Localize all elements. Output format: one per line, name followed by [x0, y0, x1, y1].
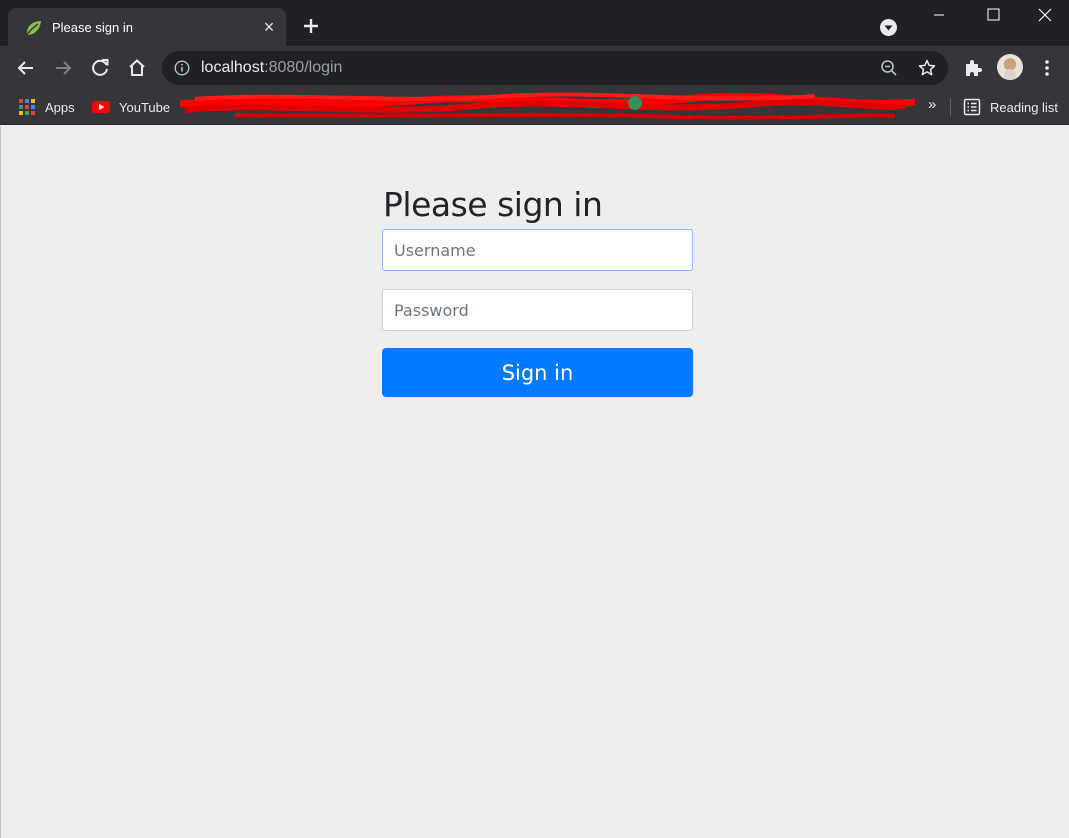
page-viewport: Please sign in Sign in: [0, 126, 1069, 838]
minimize-icon[interactable]: [927, 6, 951, 24]
bookmark-star-icon[interactable]: [917, 58, 937, 78]
profile-avatar[interactable]: [997, 54, 1023, 80]
bookmark-youtube[interactable]: YouTube: [92, 97, 170, 117]
bookmarks-divider: [950, 98, 951, 116]
home-icon[interactable]: [125, 56, 149, 80]
bookmark-apps[interactable]: Apps: [18, 97, 75, 117]
sign-in-button[interactable]: Sign in: [382, 348, 693, 397]
redacted-bookmarks-scribble: [179, 92, 916, 120]
url-text[interactable]: localhost:8080/login: [201, 59, 342, 77]
password-input[interactable]: [382, 289, 693, 331]
url-path: :8080/login: [264, 59, 343, 76]
reading-list-icon: [963, 98, 981, 116]
browser-tab[interactable]: Please sign in ×: [8, 8, 286, 46]
tab-title: Please sign in: [52, 20, 133, 35]
extensions-puzzle-icon[interactable]: [962, 57, 984, 79]
username-input[interactable]: [382, 229, 693, 271]
maximize-icon[interactable]: [981, 6, 1005, 24]
window-close-icon[interactable]: [1033, 4, 1057, 26]
bookmarks-overflow-chevron[interactable]: »: [928, 96, 936, 113]
login-form: Please sign in Sign in: [382, 184, 693, 397]
youtube-icon: [92, 101, 110, 113]
new-tab-icon[interactable]: [300, 15, 322, 37]
zoom-out-icon[interactable]: [880, 59, 898, 77]
tab-close-icon[interactable]: ×: [260, 18, 278, 36]
bookmark-apps-label: Apps: [45, 99, 75, 115]
browser-toolbar: localhost:8080/login: [0, 46, 1069, 90]
reload-icon[interactable]: [88, 56, 112, 80]
reading-list-button[interactable]: Reading list: [963, 97, 1058, 117]
apps-grid-icon: [19, 99, 35, 115]
site-info-icon[interactable]: [174, 60, 190, 76]
url-host: localhost: [201, 59, 265, 76]
page-title: Please sign in: [383, 185, 603, 224]
back-arrow-icon[interactable]: [14, 56, 38, 80]
bookmark-youtube-label: YouTube: [119, 99, 171, 115]
forward-arrow-icon[interactable]: [51, 56, 75, 80]
kebab-menu-icon[interactable]: [1038, 57, 1056, 79]
bookmarks-bar: Apps YouTube » Reading list: [0, 90, 1069, 125]
browser-titlebar: Please sign in ×: [0, 0, 1069, 46]
tab-search-icon[interactable]: [880, 19, 897, 36]
spring-leaf-icon: [26, 21, 41, 36]
address-bar[interactable]: localhost:8080/login: [162, 51, 948, 85]
reading-list-label: Reading list: [990, 99, 1058, 115]
